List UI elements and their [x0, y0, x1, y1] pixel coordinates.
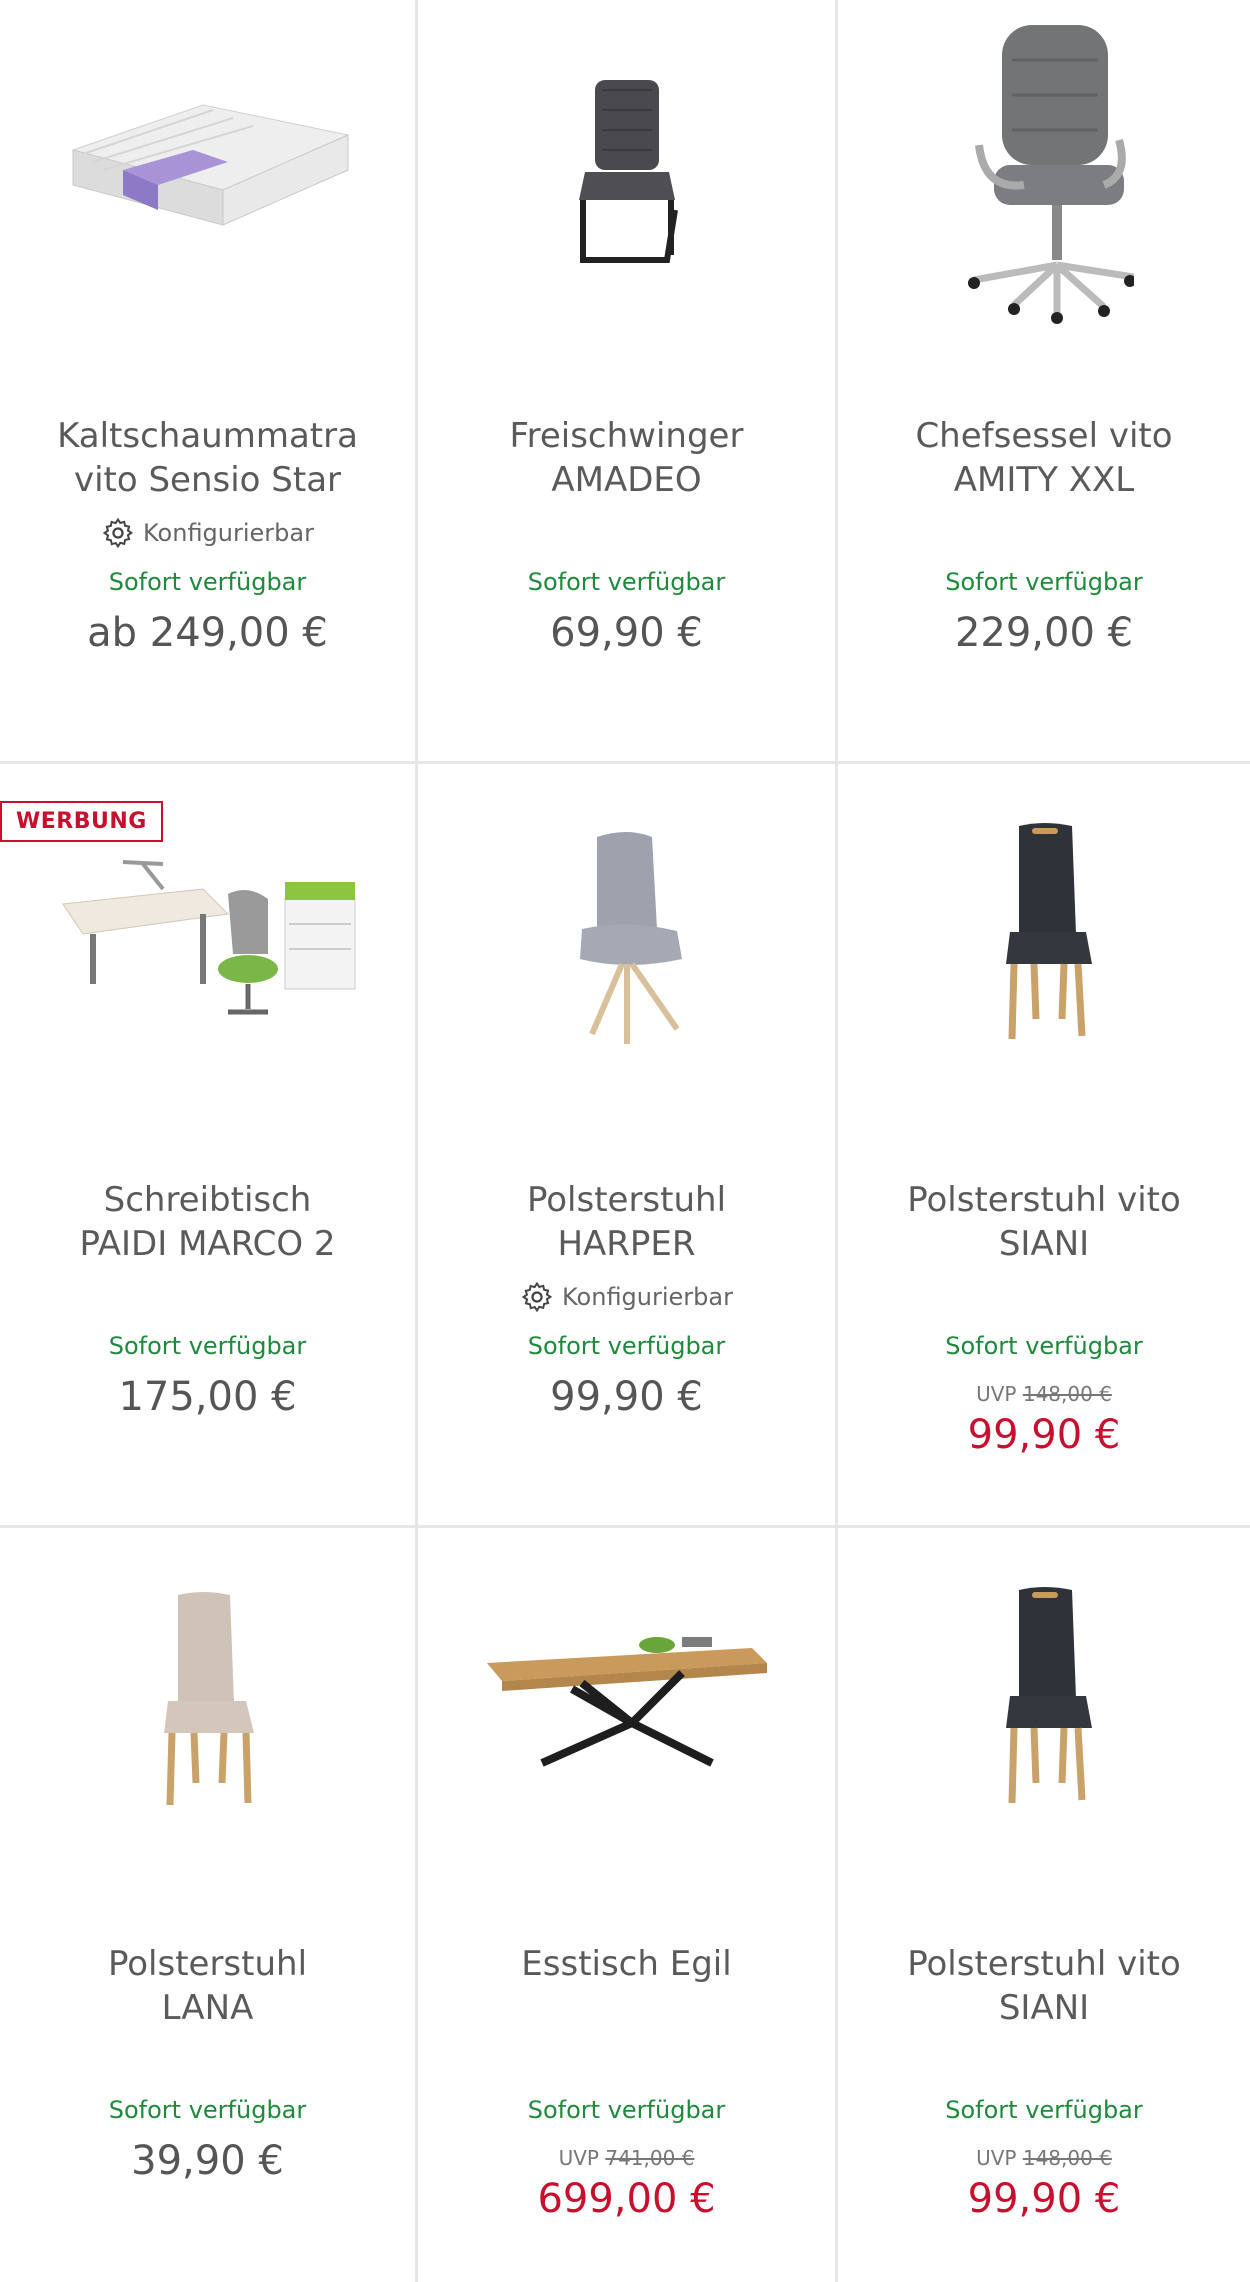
availability-status: Sofort verfügbar: [527, 568, 726, 596]
beige-chair-image[interactable]: [0, 1538, 415, 1858]
uvp-price-line: UVP 148,00 €: [976, 2146, 1112, 2170]
uvp-price: 148,00 €: [1022, 1382, 1112, 1406]
dark-chair-image[interactable]: [838, 1538, 1250, 1858]
uvp-price: 741,00 €: [605, 2146, 695, 2170]
product-name[interactable]: Polsterstuhl HARPER: [438, 1178, 815, 1266]
availability-status: Sofort verfügbar: [108, 2096, 307, 2124]
product-card[interactable]: Esstisch Egil Sofort verfügbar UVP 741,0…: [418, 1528, 838, 2282]
uvp-price: 148,00 €: [1022, 2146, 1112, 2170]
availability-status: Sofort verfügbar: [108, 1332, 307, 1360]
price: ab 249,00 €: [87, 610, 328, 656]
availability-status: Sofort verfügbar: [945, 2096, 1143, 2124]
uvp-price-line: UVP 148,00 €: [976, 1382, 1112, 1406]
availability-status: Sofort verfügbar: [527, 1332, 726, 1360]
cantilever-chair-image[interactable]: [418, 10, 835, 330]
product-card[interactable]: Kaltschaummatra vito Sensio Star Konfigu…: [0, 0, 418, 764]
product-card[interactable]: Chefsessel vito AMITY XXL Sofort verfügb…: [838, 0, 1250, 764]
product-card[interactable]: Polsterstuhl LANA Sofort verfügbar 39,90…: [0, 1528, 418, 2282]
price: 69,90 €: [550, 610, 703, 656]
product-name[interactable]: Chefsessel vito AMITY XXL: [858, 414, 1230, 502]
price: 99,90 €: [550, 1374, 703, 1420]
product-grid: Kaltschaummatra vito Sensio Star Konfigu…: [0, 0, 1250, 2282]
price: 175,00 €: [118, 1374, 297, 1420]
availability-status: Sofort verfügbar: [945, 568, 1143, 596]
product-name[interactable]: Kaltschaummatra vito Sensio Star: [20, 414, 395, 502]
product-name[interactable]: Polsterstuhl vito SIANI: [858, 1178, 1230, 1266]
product-name[interactable]: Freischwinger AMADEO: [438, 414, 815, 502]
price: 229,00 €: [954, 610, 1134, 656]
product-card[interactable]: Polsterstuhl HARPER Konfigurierbar Sofor…: [418, 764, 838, 1528]
product-card[interactable]: WERBUNG Schreibtisch PAIDI MARCO 2 Sofor…: [0, 764, 418, 1528]
desk-set-image[interactable]: [0, 774, 415, 1094]
dark-chair-image[interactable]: [838, 774, 1250, 1094]
product-name[interactable]: Schreibtisch PAIDI MARCO 2: [20, 1178, 395, 1266]
mattress-image[interactable]: [0, 10, 415, 330]
uvp-price-line: UVP 741,00 €: [558, 2146, 695, 2170]
sale-price: 699,00 €: [537, 2176, 716, 2222]
product-card[interactable]: Freischwinger AMADEO Sofort verfügbar 69…: [418, 0, 838, 764]
availability-status: Sofort verfügbar: [945, 1332, 1143, 1360]
office-chair-image[interactable]: [838, 10, 1250, 330]
configurable-hint: Konfigurierbar: [418, 1280, 835, 1314]
availability-status: Sofort verfügbar: [527, 2096, 726, 2124]
dining-table-image[interactable]: [418, 1538, 835, 1858]
price: 39,90 €: [131, 2138, 284, 2184]
availability-status: Sofort verfügbar: [108, 568, 307, 596]
configurable-hint: Konfigurierbar: [0, 516, 415, 550]
sale-price: 99,90 €: [967, 1412, 1121, 1458]
gear-icon: [102, 517, 134, 549]
product-card[interactable]: Polsterstuhl vito SIANI Sofort verfügbar…: [838, 1528, 1250, 2282]
gear-icon: [521, 1281, 553, 1313]
sale-price: 99,90 €: [967, 2176, 1121, 2222]
product-card[interactable]: Polsterstuhl vito SIANI Sofort verfügbar…: [838, 764, 1250, 1528]
product-name[interactable]: Esstisch Egil: [438, 1942, 815, 1986]
product-name[interactable]: Polsterstuhl vito SIANI: [858, 1942, 1230, 2030]
product-name[interactable]: Polsterstuhl LANA: [20, 1942, 395, 2030]
grey-chair-image[interactable]: [418, 774, 835, 1094]
